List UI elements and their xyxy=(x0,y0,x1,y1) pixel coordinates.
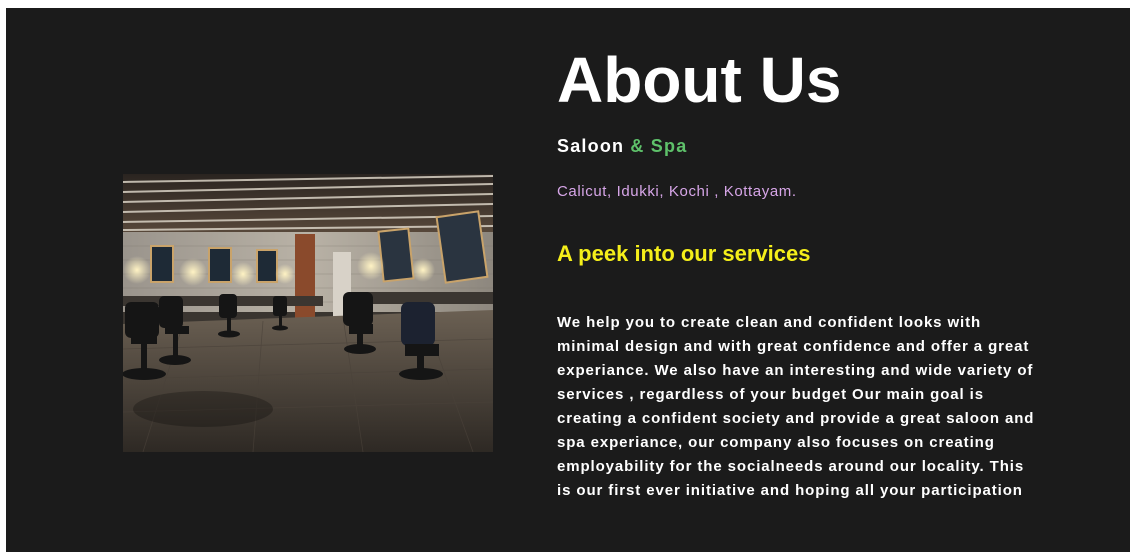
subtitle-accent: & Spa xyxy=(630,136,688,156)
locations-text: Calicut, Idukki, Kochi , Kottayam. xyxy=(557,183,797,200)
about-section: About Us Saloon & Spa Calicut, Idukki, K… xyxy=(6,8,1130,552)
about-description: We help you to create clean and confiden… xyxy=(557,314,1035,499)
page-title: About Us xyxy=(557,44,842,116)
salon-interior-illustration xyxy=(123,174,493,452)
brand-subtitle: Saloon & Spa xyxy=(557,136,687,157)
services-heading: A peek into our services xyxy=(557,241,811,266)
salon-interior-photo xyxy=(123,174,493,452)
subtitle-main: Saloon xyxy=(557,136,625,156)
